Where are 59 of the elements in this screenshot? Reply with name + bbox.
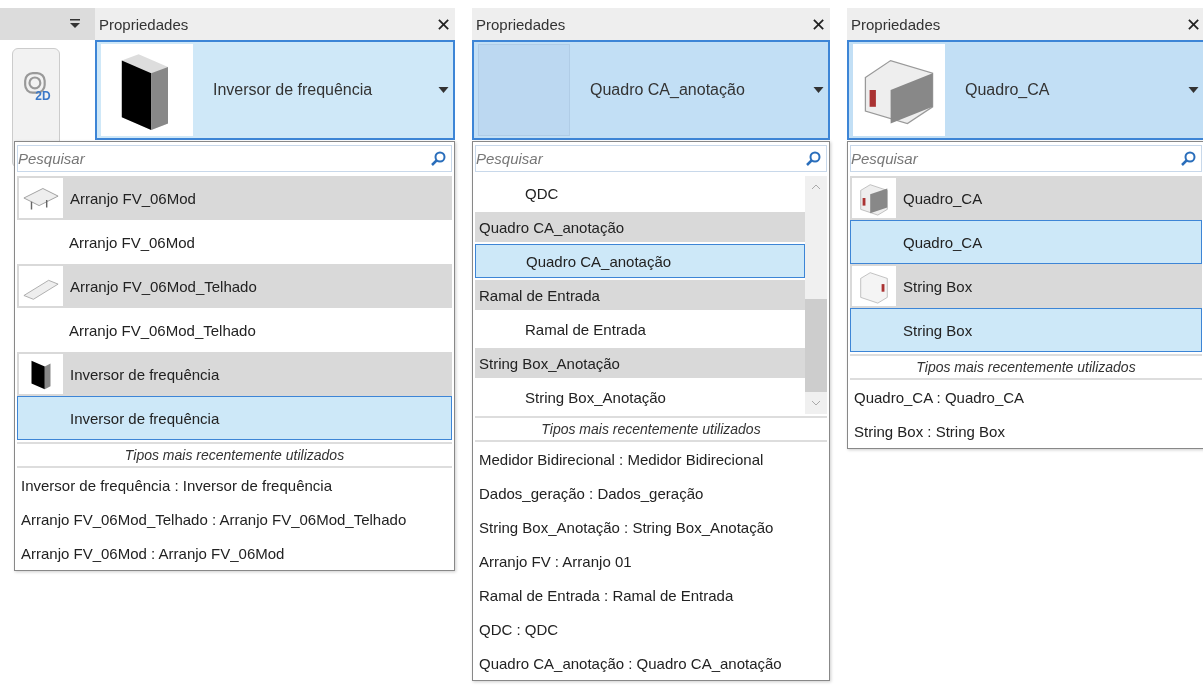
family-item[interactable]: String Box_Anotação	[475, 348, 805, 378]
scrollbar[interactable]	[805, 176, 827, 414]
family-item[interactable]: Inversor de frequência	[17, 352, 452, 396]
selected-type-name: Inversor de frequência	[213, 81, 374, 99]
panel-title: Propriedades	[851, 15, 941, 33]
family-item[interactable]: String Box	[850, 264, 1202, 308]
section-header: Tipos mais recentemente utilizados	[475, 416, 827, 442]
close-button[interactable]: ✕	[810, 13, 826, 35]
type-item[interactable]: String Box	[850, 308, 1202, 352]
scrollbar-thumb[interactable]	[805, 298, 827, 392]
recent-type-item[interactable]: Inversor de frequência : Inversor de frequência	[17, 468, 452, 502]
recent-type-item[interactable]: Ramal de Entrada : Ramal de Entrada	[475, 578, 827, 612]
close-button[interactable]: ✕	[435, 13, 451, 35]
recent-type-item[interactable]: Arranjo FV_06Mod : Arranjo FV_06Mod	[17, 536, 452, 570]
search-icon	[1180, 151, 1196, 167]
caret-icon	[438, 87, 449, 93]
scroll-down-icon[interactable]	[811, 400, 821, 406]
family-item[interactable]: Quadro_CA	[850, 176, 1202, 220]
filter-icon[interactable]	[69, 19, 81, 29]
type-item[interactable]: QDC	[475, 176, 805, 210]
search-field[interactable]: Pesquisar	[475, 145, 827, 172]
family-item[interactable]: Quadro CA_anotação	[475, 212, 805, 242]
caret-icon	[813, 87, 824, 93]
search-field[interactable]: Pesquisar	[17, 145, 452, 172]
recent-type-item[interactable]: String Box_Anotação : String Box_Anotação	[475, 510, 827, 544]
type-selector[interactable]: Quadro CA_anotação	[472, 40, 830, 140]
type-item[interactable]: Quadro CA_anotação	[475, 244, 805, 278]
panel-title: Propriedades	[99, 15, 189, 33]
recent-type-item[interactable]: QDC : QDC	[475, 612, 827, 646]
recent-type-item[interactable]: Medidor Bidirecional : Medidor Bidirecional	[475, 442, 827, 476]
recent-type-item[interactable]: Arranjo FV_06Mod_Telhado : Arranjo FV_06Mod_Telhado	[17, 502, 452, 536]
close-button[interactable]: ✕	[1185, 13, 1201, 35]
family-item[interactable]: Ramal de Entrada	[475, 280, 805, 310]
type-item[interactable]: Ramal de Entrada	[475, 312, 805, 346]
family-item[interactable]: Arranjo FV_06Mod_Telhado	[17, 264, 452, 308]
type-item[interactable]: Quadro_CA	[850, 220, 1202, 264]
section-header: Tipos mais recentemente utilizados	[850, 354, 1202, 380]
type-item[interactable]: Arranjo FV_06Mod	[17, 220, 452, 264]
recent-type-item[interactable]: String Box : String Box	[850, 414, 1202, 448]
selected-type-name: Quadro CA_anotação	[590, 81, 746, 99]
view-label: 2D	[35, 89, 51, 103]
selected-type-name: Quadro_CA	[965, 81, 1051, 99]
type-selector[interactable]: Inversor de frequência	[95, 40, 455, 140]
recent-type-item[interactable]: Quadro CA_anotação : Quadro CA_anotação	[475, 646, 827, 680]
section-header: Tipos mais recentemente utilizados	[17, 442, 452, 468]
type-item[interactable]: String Box_Anotação	[475, 380, 805, 414]
search-icon	[805, 151, 821, 167]
recent-type-item[interactable]: Arranjo FV : Arranjo 01	[475, 544, 827, 578]
type-item[interactable]: Inversor de frequência	[17, 396, 452, 440]
type-item[interactable]: Arranjo FV_06Mod_Telhado	[17, 308, 452, 352]
panel-title: Propriedades	[476, 15, 566, 33]
search-icon	[430, 151, 446, 167]
recent-type-item[interactable]: Quadro_CA : Quadro_CA	[850, 380, 1202, 414]
recent-type-item[interactable]: Dados_geração : Dados_geração	[475, 476, 827, 510]
search-field[interactable]: Pesquisar	[850, 145, 1202, 172]
caret-icon	[1188, 87, 1199, 93]
scroll-up-icon[interactable]	[811, 184, 821, 190]
family-item[interactable]: Arranjo FV_06Mod	[17, 176, 452, 220]
type-selector[interactable]: Quadro_CA	[847, 40, 1203, 140]
